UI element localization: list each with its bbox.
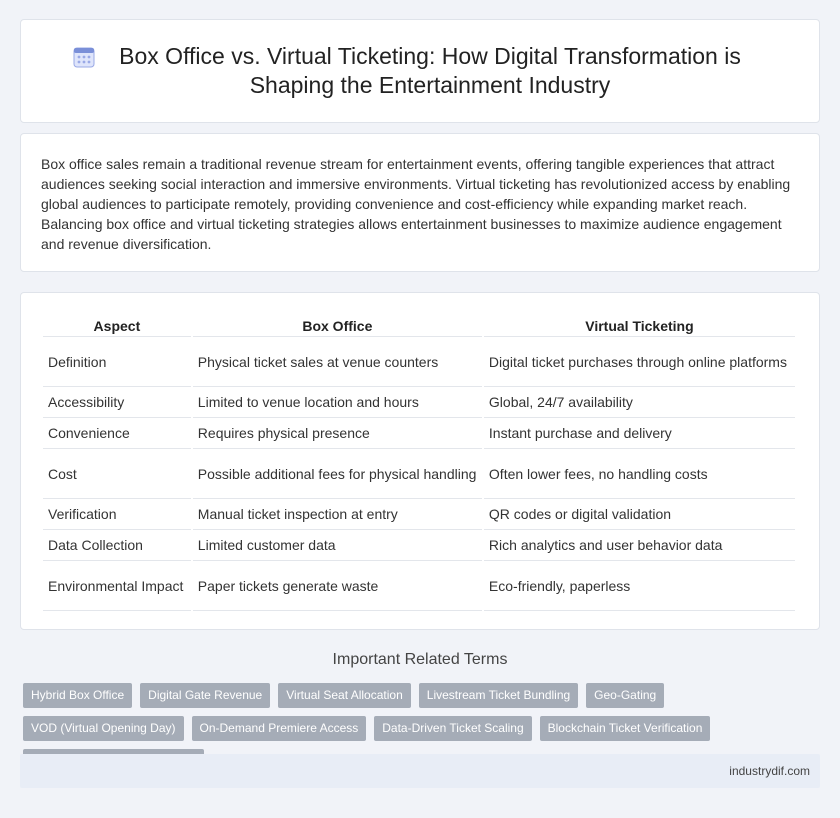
table-cell: Possible additional fees for physical ha… [192,449,482,499]
footer: industrydif.com [20,754,820,788]
table-row: Data Collection Limited customer data Ri… [43,530,795,561]
related-terms-heading: Important Related Terms [332,651,508,668]
table-cell: Digital ticket purchases through online … [483,337,795,387]
table-cell: Limited to venue location and hours [192,387,482,418]
table-cell: Limited customer data [192,530,482,561]
intro-card: Box office sales remain a traditional re… [20,133,820,272]
table-cell: Often lower fees, no handling costs [483,449,795,499]
table-cell: Environmental Impact [43,561,191,611]
table-cell: Rich analytics and user behavior data [483,530,795,561]
table-header-row: Aspect Box Office Virtual Ticketing [43,315,795,337]
table-cell: Instant purchase and delivery [483,418,795,449]
comparison-table: Aspect Box Office Virtual Ticketing Defi… [41,315,797,611]
table-row: Accessibility Limited to venue location … [43,387,795,418]
related-term-tag[interactable]: Hybrid Box Office [23,683,133,708]
comparison-table-card: Aspect Box Office Virtual Ticketing Defi… [20,292,820,630]
related-term-tag[interactable]: On-Demand Premiere Access [191,716,367,741]
table-cell: Data Collection [43,530,191,561]
related-term-tag[interactable]: Data-Driven Ticket Scaling [374,716,532,741]
related-term-tag[interactable]: VOD (Virtual Opening Day) [23,716,184,741]
table-cell: Global, 24/7 availability [483,387,795,418]
related-term-tag[interactable]: Blockchain Ticket Verification [539,716,711,741]
table-cell: Cost [43,449,191,499]
related-term-tag[interactable]: Livestream Ticket Bundling [418,683,579,708]
table-header-box-office: Box Office [192,315,482,337]
table-cell: Convenience [43,418,191,449]
table-header-virtual-ticketing: Virtual Ticketing [483,315,795,337]
footer-source[interactable]: industrydif.com [729,764,810,778]
page-title: Box Office vs. Virtual Ticketing: How Di… [119,43,741,98]
table-cell: Accessibility [43,387,191,418]
table-cell: Eco-friendly, paperless [483,561,795,611]
table-cell: Verification [43,499,191,530]
related-term-tag[interactable]: Geo-Gating [586,683,665,708]
table-cell: Manual ticket inspection at entry [192,499,482,530]
intro-paragraph: Box office sales remain a traditional re… [41,156,791,252]
table-cell: Physical ticket sales at venue counters [192,337,482,387]
table-row: Environmental Impact Paper tickets gener… [43,561,795,611]
table-cell: Requires physical presence [192,418,482,449]
related-term-tag[interactable]: Digital Gate Revenue [140,683,271,708]
title-card: Box Office vs. Virtual Ticketing: How Di… [20,19,820,123]
table-header-aspect: Aspect [43,315,191,337]
table-row: Convenience Requires physical presence I… [43,418,795,449]
table-cell: Paper tickets generate waste [192,561,482,611]
related-term-tag[interactable]: Virtual Seat Allocation [278,683,411,708]
table-cell: QR codes or digital validation [483,499,795,530]
table-row: Cost Possible additional fees for physic… [43,449,795,499]
table-row: Definition Physical ticket sales at venu… [43,337,795,387]
table-row: Verification Manual ticket inspection at… [43,499,795,530]
table-cell: Definition [43,337,191,387]
